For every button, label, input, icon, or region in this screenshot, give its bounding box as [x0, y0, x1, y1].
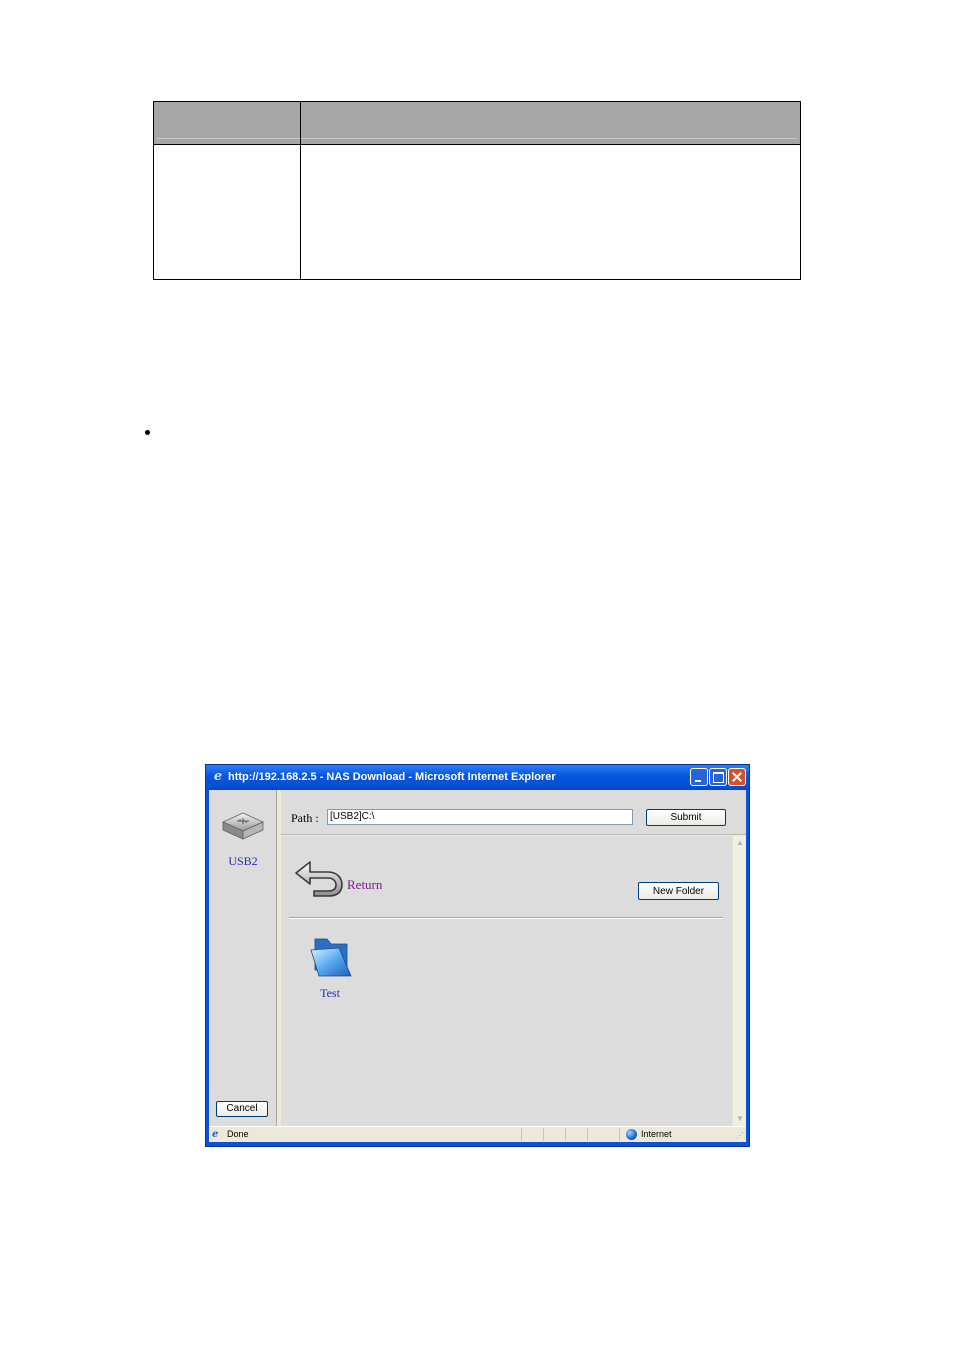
new-folder-button[interactable]: New Folder [638, 882, 719, 900]
zone-label: Internet [641, 1129, 672, 1139]
table-header-row [154, 102, 800, 145]
resize-grip-icon[interactable]: ⋰ [736, 1131, 744, 1140]
status-separator [587, 1128, 588, 1141]
folder-label: Test [320, 986, 340, 1000]
folder-item[interactable]: Test [307, 936, 353, 1000]
window-client-area: USB2 Cancel Path : [USB2]C:\ Submit Retu… [209, 790, 746, 1142]
page-icon: e [212, 1129, 219, 1140]
window-title: http://192.168.2.5 - NAS Download - Micr… [228, 771, 556, 783]
internet-zone-icon [626, 1129, 637, 1140]
folder-icon [310, 938, 352, 977]
document-table [153, 101, 801, 280]
scroll-down-icon[interactable]: ▼ [734, 1113, 746, 1125]
browser-window: e http://192.168.2.5 - NAS Download - Mi… [205, 764, 750, 1147]
maximize-icon[interactable] [709, 768, 727, 786]
status-separator [543, 1128, 544, 1141]
return-link[interactable]: Return [347, 877, 382, 893]
device-label[interactable]: USB2 [209, 854, 277, 869]
close-icon[interactable] [728, 768, 746, 786]
minimize-icon[interactable] [690, 768, 708, 786]
vertical-scrollbar[interactable]: ▲ ▼ [732, 836, 746, 1126]
scroll-up-icon[interactable]: ▲ [734, 837, 746, 849]
path-label: Path : [291, 811, 319, 825]
divider [289, 917, 723, 919]
path-input[interactable]: [USB2]C:\ [327, 809, 633, 825]
ie-icon: e [213, 769, 223, 784]
usb-drive-icon[interactable] [219, 810, 267, 842]
status-text: Done [227, 1129, 249, 1139]
status-separator [521, 1128, 522, 1141]
path-bar: Path : [USB2]C:\ Submit [281, 790, 746, 835]
status-bar: e Done Internet ⋰ [209, 1126, 746, 1142]
table-column-divider [300, 102, 301, 279]
device-pane: USB2 Cancel [209, 790, 277, 1126]
submit-button[interactable]: Submit [646, 809, 726, 826]
status-separator [565, 1128, 566, 1141]
cancel-button[interactable]: Cancel [216, 1101, 268, 1117]
bullet-point [145, 430, 150, 435]
title-bar[interactable]: e http://192.168.2.5 - NAS Download - Mi… [206, 765, 749, 790]
status-separator [619, 1128, 620, 1141]
folder-browser: Return New Folder Test ▲ ▼ [281, 836, 746, 1126]
return-arrow-icon[interactable] [294, 858, 346, 898]
